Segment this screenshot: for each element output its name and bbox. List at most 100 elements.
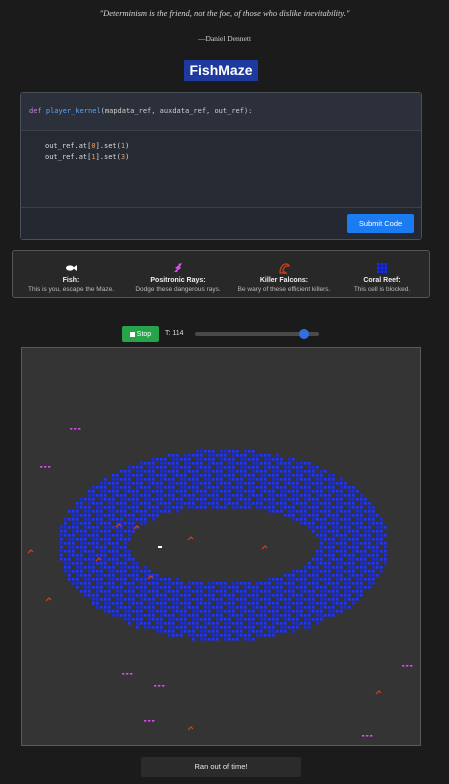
coral-cell bbox=[352, 562, 355, 565]
coral-cell bbox=[300, 462, 303, 465]
coral-cell bbox=[240, 466, 243, 469]
coral-cell bbox=[320, 518, 323, 521]
coral-cell bbox=[208, 466, 211, 469]
ray-segment bbox=[40, 466, 43, 468]
coral-cell bbox=[252, 602, 255, 605]
coral-cell bbox=[156, 490, 159, 493]
coral-cell bbox=[208, 486, 211, 489]
coral-cell bbox=[192, 582, 195, 585]
coral-cell bbox=[208, 482, 211, 485]
coral-cell bbox=[288, 582, 291, 585]
coral-cell bbox=[324, 574, 327, 577]
coral-cell bbox=[208, 610, 211, 613]
coral-cell bbox=[84, 586, 87, 589]
coral-cell bbox=[176, 506, 179, 509]
coral-cell bbox=[144, 518, 147, 521]
coral-cell bbox=[184, 482, 187, 485]
coral-cell bbox=[276, 614, 279, 617]
coral-cell bbox=[284, 626, 287, 629]
coral-cell bbox=[360, 554, 363, 557]
coral-cell bbox=[116, 502, 119, 505]
coral-cell bbox=[288, 626, 291, 629]
coral-cell bbox=[252, 462, 255, 465]
coral-cell bbox=[316, 550, 319, 553]
coral-cell bbox=[232, 450, 235, 453]
coral-cell bbox=[236, 622, 239, 625]
coral-cell bbox=[240, 486, 243, 489]
coral-cell bbox=[320, 550, 323, 553]
coral-cell bbox=[124, 614, 127, 617]
coral-cell bbox=[340, 586, 343, 589]
coral-cell bbox=[176, 606, 179, 609]
coral-cell bbox=[320, 546, 323, 549]
coral-cell bbox=[224, 490, 227, 493]
code-line[interactable]: out_ref.at[0].set(1) bbox=[45, 141, 421, 152]
time-slider-handle[interactable] bbox=[299, 329, 309, 339]
coral-cell bbox=[144, 486, 147, 489]
coral-cell bbox=[112, 550, 115, 553]
coral-cell bbox=[308, 594, 311, 597]
coral-cell bbox=[236, 634, 239, 637]
coral-cell bbox=[360, 498, 363, 501]
coral-cell bbox=[184, 502, 187, 505]
stop-button[interactable]: Stop bbox=[122, 326, 159, 342]
coral-cell bbox=[228, 482, 231, 485]
coral-cell bbox=[100, 490, 103, 493]
coral-cell bbox=[76, 530, 79, 533]
coral-cell bbox=[368, 502, 371, 505]
code-line[interactable]: out_ref.at[1].set(3) bbox=[45, 152, 421, 163]
coral-cell bbox=[328, 606, 331, 609]
coral-cell bbox=[200, 494, 203, 497]
coral-cell bbox=[80, 542, 83, 545]
coral-cell bbox=[316, 594, 319, 597]
coral-cell bbox=[300, 602, 303, 605]
coral-cell bbox=[204, 602, 207, 605]
coral-cell bbox=[196, 614, 199, 617]
coral-cell bbox=[364, 550, 367, 553]
coral-cell bbox=[224, 506, 227, 509]
coral-cell bbox=[332, 554, 335, 557]
code-body[interactable]: out_ref.at[0].set(1) out_ref.at[1].set(3… bbox=[21, 131, 421, 163]
coral-cell bbox=[132, 474, 135, 477]
coral-cell bbox=[128, 530, 131, 533]
coral-cell bbox=[268, 602, 271, 605]
coral-cell bbox=[76, 578, 79, 581]
coral-cell bbox=[204, 634, 207, 637]
coral-cell bbox=[144, 614, 147, 617]
coral-cell bbox=[316, 602, 319, 605]
coral-cell bbox=[336, 594, 339, 597]
coral-cell bbox=[272, 618, 275, 621]
coral-cell bbox=[236, 598, 239, 601]
coral-cell bbox=[116, 490, 119, 493]
coral-cell bbox=[212, 622, 215, 625]
coral-cell bbox=[320, 598, 323, 601]
coral-cell bbox=[356, 538, 359, 541]
coral-cell bbox=[220, 586, 223, 589]
coral-cell bbox=[108, 590, 111, 593]
coral-cell bbox=[236, 630, 239, 633]
submit-code-button[interactable]: Submit Code bbox=[347, 214, 414, 233]
coral-cell bbox=[132, 590, 135, 593]
coral-cell bbox=[112, 582, 115, 585]
coral-cell bbox=[340, 606, 343, 609]
coral-cell bbox=[152, 518, 155, 521]
coral-cell bbox=[340, 566, 343, 569]
coral-cell bbox=[184, 474, 187, 477]
coral-cell bbox=[344, 606, 347, 609]
code-signature[interactable]: def player_kernel(mapdata_ref, auxdata_r… bbox=[21, 93, 421, 131]
coral-cell bbox=[104, 574, 107, 577]
coral-cell bbox=[248, 502, 251, 505]
coral-cell bbox=[288, 482, 291, 485]
coral-cell bbox=[144, 494, 147, 497]
coral-cell bbox=[292, 610, 295, 613]
coral-cell bbox=[356, 566, 359, 569]
coral-cell bbox=[148, 598, 151, 601]
coral-cell bbox=[248, 490, 251, 493]
coral-cell bbox=[72, 534, 75, 537]
fish-icon bbox=[21, 261, 121, 275]
coral-cell bbox=[96, 602, 99, 605]
coral-cell bbox=[328, 530, 331, 533]
coral-cell bbox=[144, 490, 147, 493]
code-editor[interactable]: def player_kernel(mapdata_ref, auxdata_r… bbox=[20, 92, 422, 240]
coral-cell bbox=[244, 454, 247, 457]
